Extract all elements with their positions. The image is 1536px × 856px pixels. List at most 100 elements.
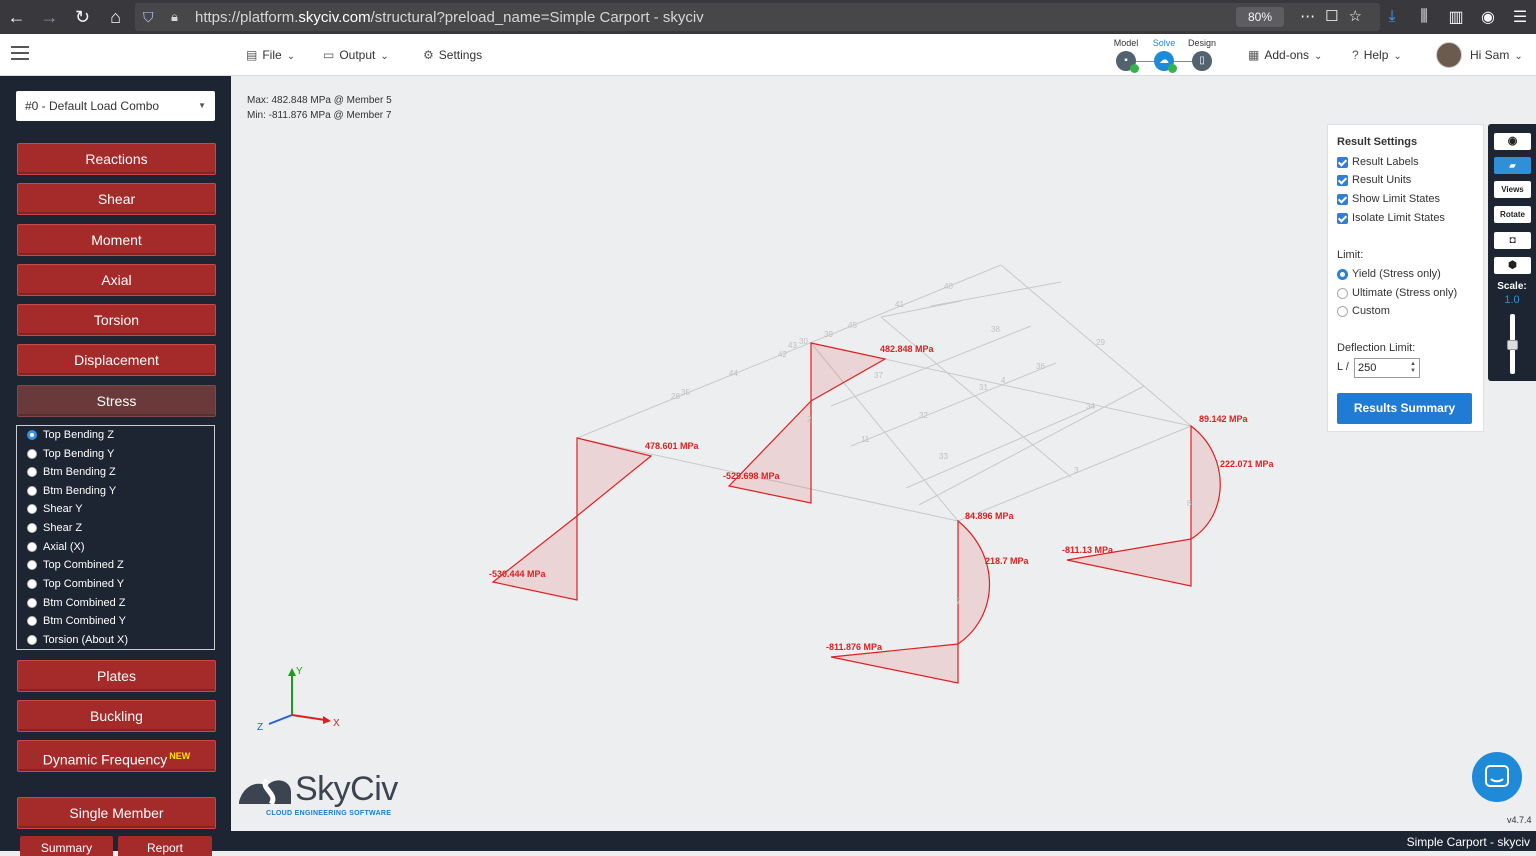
stepper-icon[interactable]: ▲ ▼ bbox=[1410, 361, 1416, 375]
account-icon[interactable]: ◉ bbox=[1472, 7, 1504, 27]
option-shear-y[interactable]: Shear Y bbox=[27, 500, 83, 518]
back-icon[interactable]: ← bbox=[0, 0, 33, 34]
avatar[interactable] bbox=[1436, 42, 1462, 68]
model-canvas[interactable]: Max: 482.848 MPa @ Member 5 Min: -811.87… bbox=[231, 76, 1536, 831]
member-id-label: 34 bbox=[1086, 402, 1095, 411]
diagram-4 bbox=[727, 399, 812, 504]
option-btm-bending-y[interactable]: Btm Bending Y bbox=[27, 482, 116, 500]
download-icon[interactable]: ⤓ bbox=[1376, 8, 1408, 26]
x-axis-label: X bbox=[333, 718, 340, 729]
member-id-label: 4 bbox=[1001, 376, 1006, 385]
library-icon[interactable]: ⫼ bbox=[1408, 8, 1440, 26]
member-id-label: 3 bbox=[1074, 466, 1079, 475]
chat-button[interactable] bbox=[1472, 752, 1522, 802]
option-btm-bending-z[interactable]: Btm Bending Z bbox=[27, 463, 116, 481]
displacement-button[interactable]: Displacement bbox=[17, 344, 216, 376]
rotate-button[interactable]: Rotate bbox=[1494, 206, 1531, 223]
y-arrow-icon bbox=[288, 668, 296, 676]
isolate-limit-states-checkbox[interactable]: Isolate Limit States bbox=[1337, 212, 1445, 224]
option-torsion-about-x[interactable]: Torsion (About X) bbox=[27, 631, 128, 649]
result-label: 218.7 MPa bbox=[985, 556, 1030, 566]
menu-icon[interactable]: ☰ bbox=[1504, 7, 1536, 27]
zoom-level[interactable]: 80% bbox=[1235, 7, 1284, 27]
results-summary-button[interactable]: Results Summary bbox=[1337, 393, 1472, 424]
radio-selected-icon bbox=[1337, 268, 1348, 280]
addons-menu[interactable]: ▦ Add-ons ⌄ bbox=[1248, 34, 1322, 76]
home-icon[interactable]: ⌂ bbox=[99, 0, 132, 34]
dynamic-label: Dynamic Frequency bbox=[42, 751, 168, 768]
page-actions-icon[interactable]: ⋯☐☆ bbox=[1300, 7, 1372, 25]
result-units-checkbox[interactable]: Result Units bbox=[1337, 174, 1411, 186]
option-top-bending-y[interactable]: Top Bending Y bbox=[27, 445, 114, 463]
stage-solve[interactable]: Solve ☁ bbox=[1144, 38, 1184, 73]
caret-down-icon: ▼ bbox=[198, 101, 206, 110]
option-top-bending-z[interactable]: Top Bending Z bbox=[27, 426, 114, 444]
settings-menu[interactable]: ⚙ Settings bbox=[423, 34, 482, 76]
scale-slider[interactable] bbox=[1507, 314, 1518, 374]
moment-button[interactable]: Moment bbox=[17, 224, 216, 256]
torsion-button[interactable]: Torsion bbox=[17, 304, 216, 336]
user-menu[interactable]: Hi Sam ⌄ bbox=[1470, 34, 1523, 76]
cloud-icon: ☁ bbox=[1154, 51, 1177, 73]
member-id-label: 7 bbox=[956, 597, 961, 606]
eye-icon[interactable]: ◉ bbox=[1494, 133, 1531, 150]
stage-solve-label: Solve bbox=[1152, 38, 1176, 48]
lock-icon[interactable]: 🔒︎ bbox=[171, 9, 187, 25]
reactions-button[interactable]: Reactions bbox=[17, 143, 216, 175]
chevron-down-icon: ⌄ bbox=[1514, 51, 1523, 62]
limit-yield-radio[interactable]: Yield (Stress only) bbox=[1337, 268, 1441, 280]
help-menu[interactable]: ? Help ⌄ bbox=[1352, 34, 1402, 76]
option-label: Axial (X) bbox=[43, 541, 85, 553]
show-limit-states-checkbox[interactable]: Show Limit States bbox=[1337, 193, 1440, 205]
chevron-down-icon: ⌄ bbox=[380, 51, 389, 62]
single-member-button[interactable]: Single Member bbox=[17, 797, 216, 829]
deflection-prefix: L / bbox=[1337, 361, 1349, 373]
limit-ultimate-radio[interactable]: Ultimate (Stress only) bbox=[1337, 287, 1457, 299]
file-menu[interactable]: ▤ File ⌄ bbox=[246, 34, 295, 76]
option-shear-z[interactable]: Shear Z bbox=[27, 519, 82, 537]
option-top-combined-y[interactable]: Top Combined Y bbox=[27, 575, 124, 593]
radio-icon bbox=[27, 560, 37, 570]
shield-icon[interactable]: ⛉ bbox=[143, 9, 161, 26]
sidebar-toggle-icon[interactable]: ▥ bbox=[1440, 7, 1472, 27]
shear-button[interactable]: Shear bbox=[17, 183, 216, 215]
dynamic-frequency-button[interactable]: Dynamic Frequency NEW bbox=[17, 740, 216, 772]
option-btm-combined-z[interactable]: Btm Combined Z bbox=[27, 594, 126, 612]
axial-button[interactable]: Axial bbox=[17, 264, 216, 296]
chart-icon[interactable]: ▰ bbox=[1494, 157, 1531, 174]
grid-icon: ▦ bbox=[1248, 48, 1260, 62]
reload-icon[interactable]: ↻ bbox=[66, 0, 99, 34]
radio-icon bbox=[27, 542, 37, 552]
views-button[interactable]: Views bbox=[1494, 181, 1531, 198]
radio-icon bbox=[27, 635, 37, 645]
report-button[interactable]: Report bbox=[118, 836, 212, 856]
buckling-button[interactable]: Buckling bbox=[17, 700, 216, 732]
load-combo-select[interactable]: #0 - Default Load Combo ▼ bbox=[16, 91, 215, 121]
stage-design[interactable]: Design ▯ bbox=[1182, 38, 1222, 71]
limit-custom-radio[interactable]: Custom bbox=[1337, 305, 1390, 317]
monitor-icon: ▭ bbox=[323, 48, 335, 62]
forward-icon[interactable]: → bbox=[33, 0, 66, 34]
checkbox-label: Show Limit States bbox=[1352, 193, 1441, 205]
summary-button[interactable]: Summary bbox=[20, 836, 113, 856]
slider-handle[interactable] bbox=[1507, 340, 1518, 350]
stage-model[interactable]: Model ▪ bbox=[1106, 38, 1146, 73]
hamburger-icon[interactable] bbox=[11, 46, 29, 60]
sidebar: #0 - Default Load Combo ▼ Reactions Shear… bbox=[0, 76, 231, 856]
result-label: -811.13 MPa bbox=[1062, 545, 1114, 555]
url-bar[interactable]: ⛉ 🔒︎ https://platform.skyciv.com/structu… bbox=[135, 3, 1380, 31]
option-top-combined-z[interactable]: Top Combined Z bbox=[27, 556, 124, 574]
url-text[interactable]: https://platform.skyciv.com/structural?p… bbox=[195, 9, 704, 26]
x-arrow-icon bbox=[323, 716, 331, 724]
result-labels-checkbox[interactable]: Result Labels bbox=[1337, 156, 1419, 168]
plates-button[interactable]: Plates bbox=[17, 660, 216, 692]
member-id-label: 44 bbox=[729, 369, 738, 378]
stress-button[interactable]: Stress bbox=[17, 385, 216, 417]
radio-selected-icon bbox=[27, 430, 37, 440]
option-axial-x[interactable]: Axial (X) bbox=[27, 538, 85, 556]
option-btm-combined-y[interactable]: Btm Combined Y bbox=[27, 612, 126, 630]
deflection-limit-input[interactable]: 250 ▲ ▼ bbox=[1354, 358, 1420, 378]
cube-icon[interactable]: ⬢ bbox=[1494, 257, 1531, 274]
output-menu[interactable]: ▭ Output ⌄ bbox=[323, 34, 389, 76]
camera-icon[interactable]: ◘ bbox=[1494, 232, 1531, 249]
